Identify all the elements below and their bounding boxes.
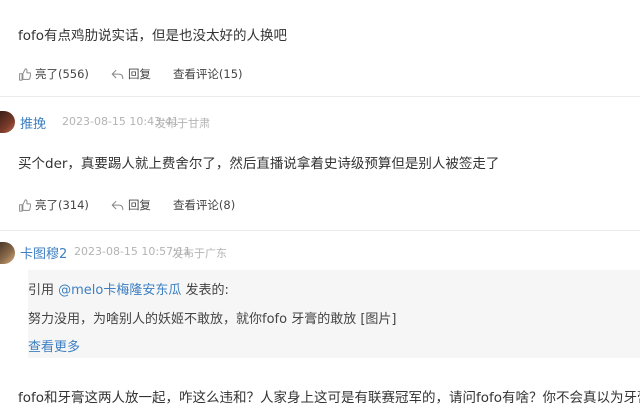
avatar[interactable]: [0, 111, 15, 133]
reply-button[interactable]: 回复: [111, 66, 151, 82]
view-comments-link[interactable]: 查看评论(15): [173, 66, 243, 82]
view-comments-label: 查看评论(15): [172, 67, 243, 81]
quote-prefix: 引用: [28, 283, 59, 298]
quoted-user-link[interactable]: @melo卡梅隆安东瓜: [58, 283, 181, 298]
comment-actions: 亮了(314) 回复 查看评论(8): [18, 197, 257, 213]
thumbs-up-icon: [19, 198, 31, 212]
reply-arrow-icon: [111, 200, 124, 210]
comment-text: 买个der，真要踢人就上费舍尔了，然后直播说拿着史诗级预算但是别人被签走了: [18, 156, 500, 172]
avatar[interactable]: [0, 242, 15, 264]
see-more-link[interactable]: 查看更多: [28, 336, 80, 355]
post-location: 发布于广东: [172, 247, 227, 260]
username[interactable]: 卡图穆2: [20, 243, 67, 262]
quote-header: 引用 @melo卡梅隆安东瓜 发表的:: [28, 279, 229, 298]
reply-button[interactable]: 回复: [111, 197, 151, 213]
comment-text: fofo和牙膏这两人放一起，咋这么违和？人家身上这可是有联赛冠军的，请问fofo…: [18, 390, 640, 406]
like-count: 亮了(556): [35, 67, 89, 81]
like-button[interactable]: 亮了(556): [18, 66, 89, 82]
reply-arrow-icon: [111, 69, 124, 79]
comment-text: fofo有点鸡肋说实话，但是也没太好的人换吧: [18, 28, 288, 44]
username[interactable]: 推挽: [20, 113, 46, 132]
comment-actions: 亮了(556) 回复 查看评论(15): [18, 66, 265, 82]
divider: [0, 230, 640, 231]
reply-label: 回复: [127, 198, 151, 212]
like-button[interactable]: 亮了(314): [18, 197, 89, 213]
quote-block: 引用 @melo卡梅隆安东瓜 发表的: 努力没用，为啥别人的妖姬不敢放，就你fo…: [28, 270, 640, 358]
quote-suffix: 发表的:: [181, 283, 229, 298]
quote-content: 努力没用，为啥别人的妖姬不敢放，就你fofo 牙膏的敢放 [图片]: [28, 312, 397, 327]
reply-label: 回复: [127, 67, 151, 81]
view-comments-label: 查看评论(8): [172, 198, 236, 212]
view-comments-link[interactable]: 查看评论(8): [173, 197, 235, 213]
divider: [0, 96, 640, 97]
thumbs-up-icon: [19, 67, 31, 81]
like-count: 亮了(314): [35, 198, 89, 212]
post-location: 发布于甘肃: [155, 117, 210, 130]
